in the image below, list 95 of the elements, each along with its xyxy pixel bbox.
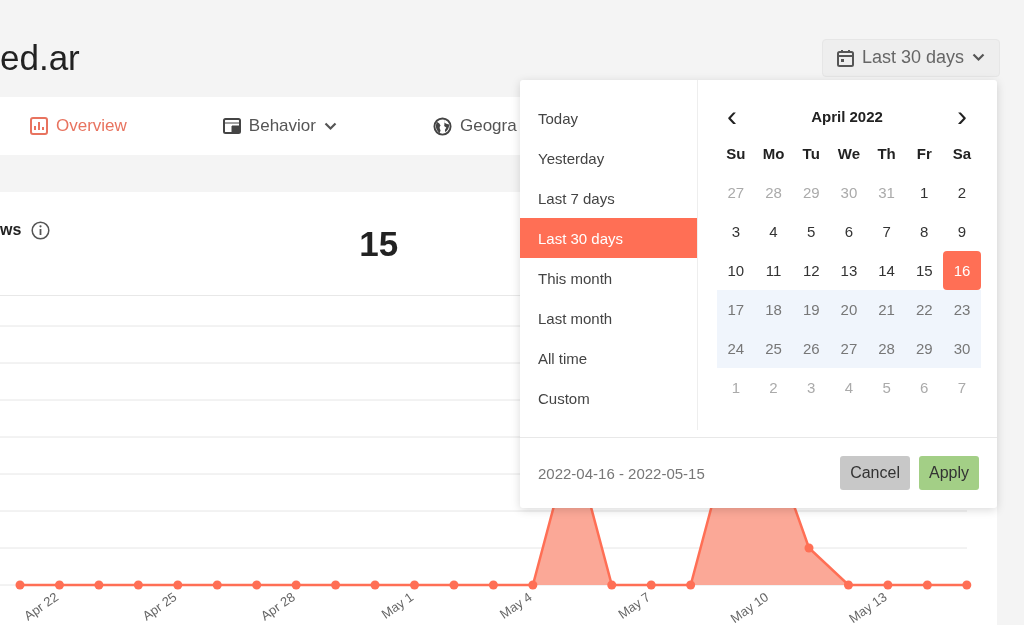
data-point [410,580,419,590]
data-point [922,580,932,590]
calendar-day[interactable]: 16 [943,251,981,290]
nav-tab[interactable]: Overview [30,116,127,136]
apply-button[interactable]: Apply [918,456,979,490]
preset-option[interactable]: This month [520,258,697,298]
calendar-day[interactable]: 17 [717,290,755,329]
preset-option[interactable]: All time [520,338,697,378]
calendar-day[interactable]: 9 [943,212,981,251]
data-point [252,580,262,590]
calendar-day[interactable]: 15 [905,251,944,290]
data-point [331,580,341,590]
data-point [804,543,814,553]
data-point [449,580,459,590]
calendar-day[interactable]: 27 [830,329,868,368]
globe-icon [432,116,452,136]
axis-label: May 13 [846,589,890,625]
bar-chart-icon [30,117,48,135]
data-point [528,580,538,590]
calendar-day[interactable]: 19 [792,290,831,329]
axis-label: May 1 [378,589,417,622]
data-point [686,580,696,590]
calendar-day[interactable]: 22 [905,290,944,329]
weekday-label: Mo [761,144,786,164]
chevron-down-icon [972,53,985,62]
metric-label: ws [0,221,22,239]
preset-option[interactable]: Custom [520,378,697,418]
data-point [94,580,104,590]
calendar-day[interactable]: 5 [792,212,831,251]
data-point [607,580,617,590]
calendar-day[interactable]: 8 [905,212,944,251]
site-title: ed.ar [0,37,80,78]
preset-option[interactable]: Today [520,98,697,138]
axis-label: May 10 [727,589,772,625]
data-point [370,580,380,590]
previous-month-button[interactable]: ‹ [719,101,745,131]
window-icon [222,118,241,134]
calendar-day[interactable]: 28 [867,329,906,368]
preset-option[interactable]: Last 7 days [520,178,697,218]
axis-label: Apr 25 [139,589,180,624]
date-range-button[interactable]: Last 30 days [821,38,1000,77]
calendar-day[interactable]: 1 [905,173,944,212]
calendar-day[interactable]: 10 [717,251,755,290]
data-point [133,580,143,590]
data-point [15,580,25,590]
calendar-day[interactable]: 3 [717,212,755,251]
calendar-day[interactable]: 30 [943,329,981,368]
month-title: April 2022 [811,107,883,125]
calendar-day[interactable]: 24 [717,329,755,368]
nav-tab[interactable]: Behavior [222,116,337,136]
calendar-day[interactable]: 14 [867,251,906,290]
data-point [212,580,222,590]
data-point [488,580,498,590]
preset-option[interactable]: Last 30 days [520,218,697,258]
weekday-label: Fr [915,144,933,164]
data-point [883,580,893,590]
weekday-label: We [836,144,861,164]
calendar-day[interactable]: 12 [792,251,831,290]
calendar-day[interactable]: 11 [754,251,793,290]
preset-option[interactable]: Yesterday [520,138,697,178]
axis-label: Apr 28 [257,589,298,624]
weekday-label: Th [876,144,897,164]
metric-value: 15 [359,224,399,264]
data-point [291,580,301,590]
axis-label: May 7 [615,589,653,622]
axis-label: Apr 22 [21,589,62,624]
calendar-day[interactable]: 20 [830,290,868,329]
calendar-day[interactable]: 23 [943,290,981,329]
chevron-down-icon [323,121,337,131]
data-point [962,580,972,590]
data-point [646,580,656,590]
calendar-day[interactable]: 2 [943,173,981,212]
data-point [843,580,853,590]
weekday-label: Su [725,144,747,164]
axis-label: May 4 [496,589,535,622]
cancel-button[interactable]: Cancel [840,456,910,490]
calendar-icon [836,48,854,67]
preset-option[interactable]: Last month [520,298,697,338]
info-icon[interactable] [31,221,51,240]
calendar-day[interactable]: 6 [830,212,868,251]
calendar-day[interactable]: 29 [905,329,944,368]
data-point [54,580,64,590]
next-month-button[interactable]: › [949,101,975,131]
calendar-day[interactable]: 26 [792,329,831,368]
data-point [173,580,183,590]
date-range-text: 2022-04-16 - 2022-05-15 [538,464,705,482]
nav-tab[interactable]: Geogra [432,116,517,136]
calendar-day[interactable]: 7 [867,212,906,251]
calendar-day[interactable]: 18 [754,290,793,329]
weekday-label: Sa [951,144,973,164]
weekday-label: Tu [801,144,821,164]
calendar-day[interactable]: 25 [754,329,793,368]
calendar-day[interactable]: 4 [754,212,793,251]
calendar-day[interactable]: 21 [867,290,906,329]
calendar-day[interactable]: 13 [830,251,868,290]
